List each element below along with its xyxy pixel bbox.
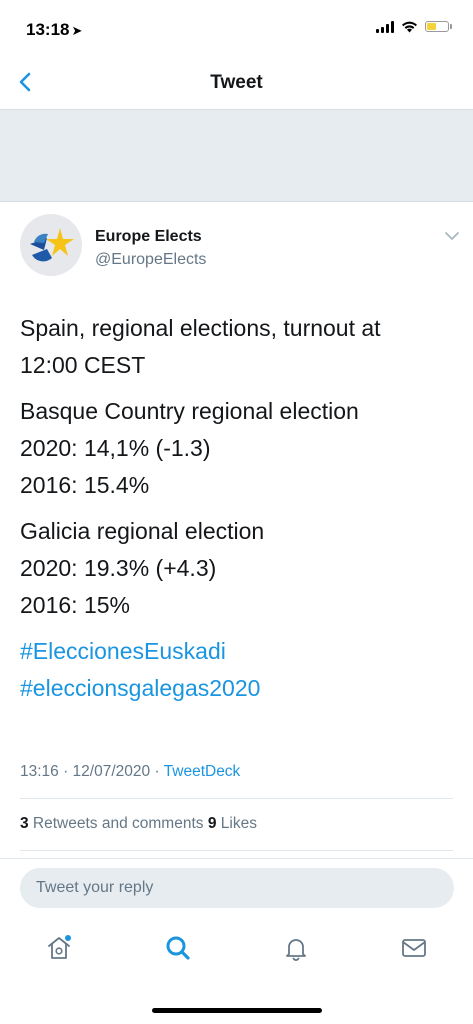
tweet-paragraph: Galicia regional election 2020: 19.3% (+…	[20, 513, 460, 624]
tweet-header: Europe Elects @EuropeElects	[20, 214, 460, 284]
cellular-signal-icon	[376, 20, 394, 33]
home-icon[interactable]	[44, 933, 74, 963]
page-title: Tweet	[210, 72, 263, 93]
tweet-text: Spain, regional elections, turnout at 12…	[20, 310, 460, 716]
divider	[20, 798, 453, 799]
status-bar: 13:18 ➤	[0, 0, 473, 52]
timestamp-text: 13:16 · 12/07/2020 ·	[20, 763, 164, 780]
tweet-line: 2020: 19.3% (+4.3)	[20, 555, 217, 581]
tweet-line: Spain, regional elections, turnout at	[20, 315, 381, 341]
divider	[20, 850, 453, 851]
avatar[interactable]	[20, 214, 82, 276]
envelope-icon[interactable]	[399, 933, 429, 963]
tab-bar	[0, 925, 473, 975]
retweets-label: Retweets and comments	[28, 815, 208, 832]
tweet-hashtags: #EleccionesEuskadi #eleccionsgalegas2020	[20, 633, 460, 707]
nav-bar: Tweet	[0, 52, 473, 110]
tweet-line: Basque Country regional election	[20, 398, 359, 424]
location-arrow-icon: ➤	[71, 23, 83, 38]
source-link[interactable]: TweetDeck	[164, 763, 241, 780]
status-time: 13:18 ➤	[26, 20, 82, 40]
author-name[interactable]: Europe Elects	[95, 228, 202, 246]
tweet-line: 12:00 CEST	[20, 352, 146, 378]
battery-icon	[425, 21, 452, 32]
search-icon[interactable]	[163, 933, 193, 963]
tweet-line: 2016: 15%	[20, 592, 130, 618]
tweet-line: 2016: 15.4%	[20, 472, 150, 498]
tweet-line: Galicia regional election	[20, 518, 265, 544]
author-handle[interactable]: @EuropeElects	[95, 251, 206, 269]
bell-icon[interactable]	[281, 933, 311, 963]
likes-label: Likes	[216, 815, 257, 832]
europe-elects-logo-icon	[20, 214, 82, 276]
tweet-line: 2020: 14,1% (-1.3)	[20, 435, 211, 461]
retweets-link[interactable]: 3 Retweets and comments	[20, 815, 208, 832]
tweet-stats: 3 Retweets and comments 9 Likes	[20, 815, 257, 833]
retweets-count: 3	[20, 815, 29, 832]
clock-text: 13:18	[26, 20, 70, 39]
tweet-paragraph: Spain, regional elections, turnout at 12…	[20, 310, 460, 384]
likes-link[interactable]: 9 Likes	[208, 815, 257, 832]
wifi-icon	[402, 21, 417, 33]
tweet-timestamp: 13:16 · 12/07/2020 · TweetDeck	[20, 763, 240, 781]
chevron-down-icon[interactable]	[444, 230, 460, 242]
home-indicator[interactable]	[152, 1008, 322, 1013]
tweet-paragraph: Basque Country regional election 2020: 1…	[20, 393, 460, 504]
status-icons	[376, 20, 452, 33]
hashtag-link[interactable]: #eleccionsgalegas2020	[20, 670, 460, 707]
header-band	[0, 110, 473, 202]
hashtag-link[interactable]: #EleccionesEuskadi	[20, 633, 460, 670]
reply-bar-border	[0, 858, 473, 859]
reply-input[interactable]	[20, 868, 454, 908]
